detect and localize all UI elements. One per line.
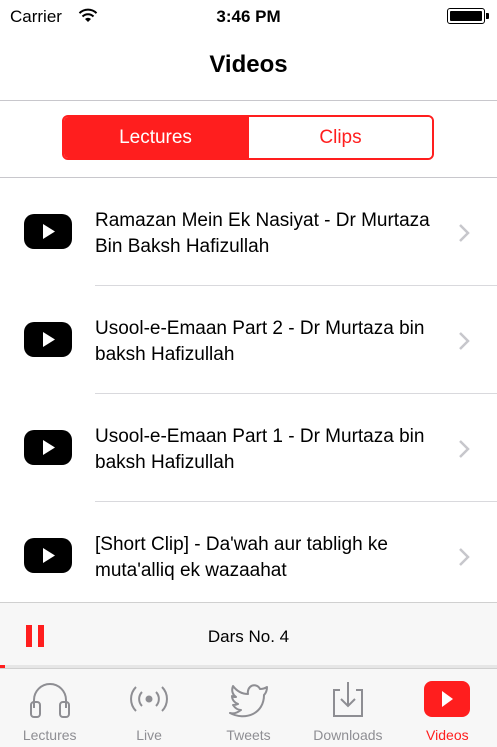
- tab-label: Lectures: [22, 727, 77, 743]
- page-title: Videos: [209, 51, 288, 78]
- download-icon: [325, 677, 371, 721]
- video-title: [Short Clip] - Da'wah aur tabligh ke mut…: [95, 534, 388, 581]
- list-item[interactable]: Usool-e-Emaan Part 2 - Dr Murtaza bin ba…: [0, 286, 497, 394]
- list-item[interactable]: [Short Clip] - Da'wah aur tabligh ke mut…: [0, 502, 497, 610]
- tab-lectures[interactable]: Lectures: [0, 669, 99, 747]
- segment-clips[interactable]: Clips: [247, 117, 432, 158]
- chevron-right-icon: [459, 440, 470, 458]
- tab-tweets[interactable]: Tweets: [199, 669, 298, 747]
- chevron-right-icon: [459, 548, 470, 566]
- video-play-icon: [424, 677, 471, 721]
- video-list: Ramazan Mein Ek Nasiyat - Dr Murtaza Bin…: [0, 178, 497, 610]
- video-title: Usool-e-Emaan Part 1 - Dr Murtaza bin ba…: [95, 426, 425, 473]
- status-bar: Carrier 3:46 PM: [0, 0, 497, 34]
- headphones-icon: [27, 677, 73, 721]
- segment-area: Lectures Clips: [0, 101, 497, 178]
- segmented-control: Lectures Clips: [62, 115, 434, 160]
- youtube-play-icon: [24, 322, 72, 357]
- tab-bar: Lectures Live Tweets Downloads Videos: [0, 668, 497, 747]
- video-title: Ramazan Mein Ek Nasiyat - Dr Murtaza Bin…: [95, 210, 430, 257]
- tab-label: Live: [136, 727, 162, 743]
- broadcast-icon: [126, 677, 172, 721]
- battery-icon: [447, 8, 489, 24]
- list-item[interactable]: Ramazan Mein Ek Nasiyat - Dr Murtaza Bin…: [0, 178, 497, 286]
- youtube-play-icon: [24, 538, 72, 573]
- list-item[interactable]: Usool-e-Emaan Part 1 - Dr Murtaza bin ba…: [0, 394, 497, 502]
- youtube-play-icon: [24, 214, 72, 249]
- tab-videos[interactable]: Videos: [398, 669, 497, 747]
- tab-live[interactable]: Live: [99, 669, 198, 747]
- tab-downloads[interactable]: Downloads: [298, 669, 397, 747]
- tab-label: Downloads: [313, 727, 383, 743]
- segment-lectures[interactable]: Lectures: [64, 117, 247, 158]
- navigation-bar: Videos: [0, 34, 497, 101]
- chevron-right-icon: [459, 224, 470, 242]
- tab-label: Tweets: [226, 727, 271, 743]
- chevron-right-icon: [459, 332, 470, 350]
- clock: 3:46 PM: [216, 7, 281, 26]
- now-playing-title: Dars No. 4: [207, 627, 290, 646]
- tab-label: Videos: [426, 727, 469, 743]
- video-title: Usool-e-Emaan Part 2 - Dr Murtaza bin ba…: [95, 318, 425, 365]
- youtube-play-icon: [24, 430, 72, 465]
- mini-player[interactable]: Dars No. 4: [0, 602, 497, 667]
- twitter-bird-icon: [226, 677, 272, 721]
